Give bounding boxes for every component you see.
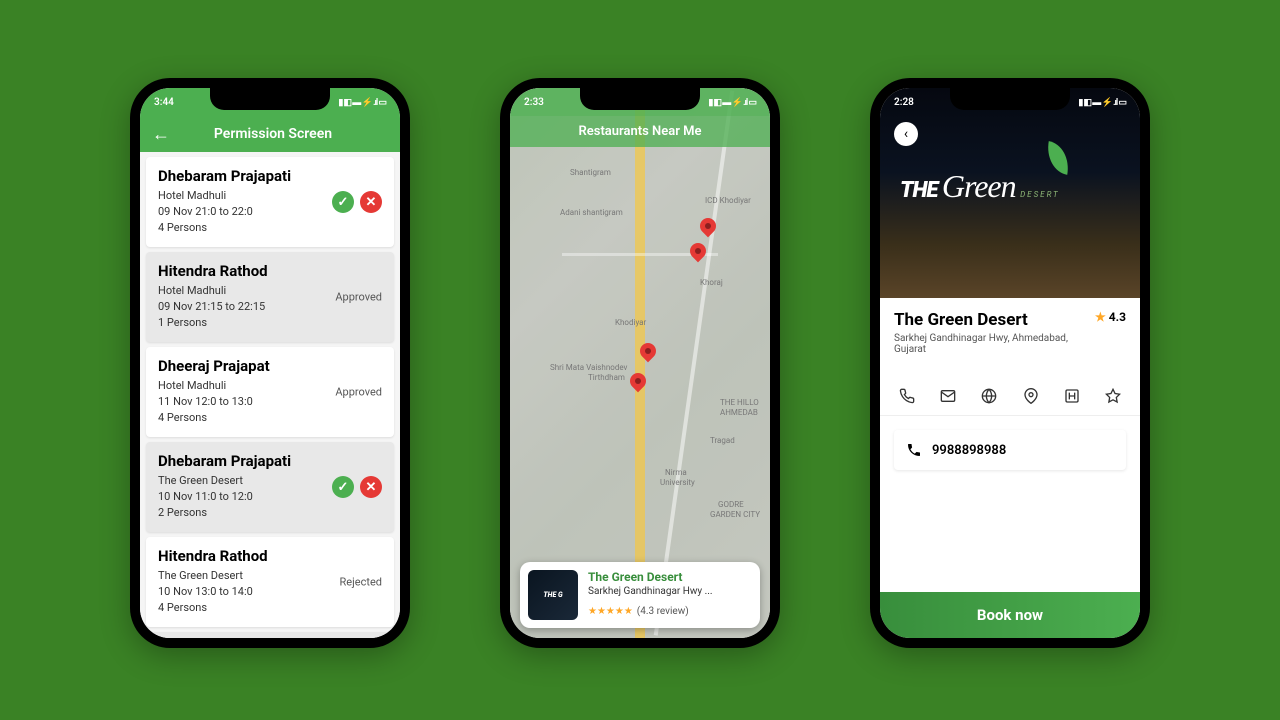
permission-card[interactable]: Dhebaram PrajapatiHotel Madhuli09 Nov 21… [146,157,394,247]
map-label: THE HILLO [720,398,759,407]
page-title: Permission Screen [178,126,368,142]
page-title: Restaurants Near Me [510,116,770,147]
map-view[interactable]: Shantigram Adani shantigram ICD Khodiyar Kh… [510,88,770,638]
map-label: Adani shantigram [560,208,623,217]
permission-card[interactable]: Dheeraj PrajapatThe Green Desert [146,632,394,638]
map-label: ICD Khodiyar [705,196,751,205]
permission-card[interactable]: Dhebaram PrajapatiThe Green Desert10 Nov… [146,442,394,532]
book-now-button[interactable]: Book now [880,592,1140,638]
person-count: 4 Persons [158,601,382,614]
status-time: 2:28 [894,97,914,108]
map-label: GODRE [718,500,744,509]
restaurant-address: Sarkhej Gandhinagar Hwy, Ahmedabad, Guja… [894,333,1074,355]
status-label: Approved [335,291,382,304]
star-outline-icon[interactable] [1104,387,1122,405]
approve-button[interactable]: ✓ [332,476,354,498]
guest-name: Hitendra Rathod [158,547,382,565]
popup-address: Sarkhej Gandhinagar Hwy ... [588,586,713,597]
guest-name: Dhebaram Prajapati [158,167,382,185]
restaurant-thumbnail [528,570,578,620]
status-label: Approved [335,386,382,399]
guest-name: Hitendra Rathod [158,262,382,280]
map-label: Tirthdham [588,373,625,382]
back-button[interactable]: ‹ [894,122,918,146]
map-label: University [660,478,695,487]
phone-detail-screen: 2:28 ▮ ◧ ▬ ⚡ .ıl ▭ ‹ THE Green DESERT Th… [870,78,1150,648]
logo-text: THE Green DESERT [900,168,1060,205]
back-arrow-icon[interactable]: ← [152,124,170,145]
phone-permission-screen: 3:44 ▮ ◧ ▬ ⚡ .ıl ▭ ← Permission Screen D… [130,78,410,648]
map-label: Shri Mata Vaishnodev [550,363,627,372]
person-count: 4 Persons [158,221,382,234]
phone-number: 9988898988 [932,443,1006,458]
reject-button[interactable]: ✕ [360,476,382,498]
status-icons: ▮ ◧ ▬ ⚡ .ıl ▭ [708,97,756,108]
map-label: Nirma [665,468,687,477]
approve-button[interactable]: ✓ [332,191,354,213]
restaurant-popup[interactable]: The Green Desert Sarkhej Gandhinagar Hwy… [520,562,760,628]
status-label: Rejected [340,576,382,589]
location-icon[interactable] [1022,387,1040,405]
guest-name: Dheeraj Prajapat [158,357,382,375]
map-pin[interactable] [700,218,716,240]
map-pin[interactable] [640,343,656,365]
permission-card[interactable]: Hitendra RathodThe Green Desert10 Nov 13… [146,537,394,627]
restaurant-name: The Green Desert [894,310,1028,330]
status-icons: ▮ ◧ ▬ ⚡ .ıl ▭ [1078,97,1126,108]
popup-review-count: (4.3 review) [637,606,689,617]
phone-icon[interactable] [898,387,916,405]
menu-icon[interactable] [1063,387,1081,405]
action-icon-row [880,377,1140,416]
map-label: Shantigram [570,168,611,177]
map-pin[interactable] [630,373,646,395]
map-label: AHMEDAB [720,408,758,417]
email-icon[interactable] [939,387,957,405]
person-count: 4 Persons [158,411,382,424]
map-label: Khoraj [700,278,723,287]
phone-map-screen: Shantigram Adani shantigram ICD Khodiyar Kh… [500,78,780,648]
map-label: Tragad [710,436,735,445]
star-icons: ★★★★★ [588,606,633,617]
star-icon: ★ [1095,310,1106,324]
popup-title: The Green Desert [588,570,713,584]
status-time: 2:33 [524,97,544,108]
permission-card[interactable]: Dheeraj PrajapatHotel Madhuli11 Nov 12:0… [146,347,394,437]
globe-icon[interactable] [980,387,998,405]
header-bar: ← Permission Screen [140,116,400,152]
reject-button[interactable]: ✕ [360,191,382,213]
person-count: 2 Persons [158,506,382,519]
phone-icon [906,442,922,458]
hero-image: ‹ THE Green DESERT [880,88,1140,298]
guest-name: Dhebaram Prajapati [158,452,382,470]
phone-number-card[interactable]: 9988898988 [894,430,1126,470]
status-icons: ▮ ◧ ▬ ⚡ .ıl ▭ [338,97,386,108]
person-count: 1 Persons [158,316,382,329]
map-pin[interactable] [690,243,706,265]
rating-badge: ★ 4.3 [1095,310,1126,324]
map-label: Khodiyar [615,318,646,327]
permission-card[interactable]: Hitendra RathodHotel Madhuli09 Nov 21:15… [146,252,394,342]
permission-list[interactable]: Dhebaram PrajapatiHotel Madhuli09 Nov 21… [140,152,400,638]
map-label: GARDEN CITY [710,510,760,519]
status-time: 3:44 [154,97,174,108]
